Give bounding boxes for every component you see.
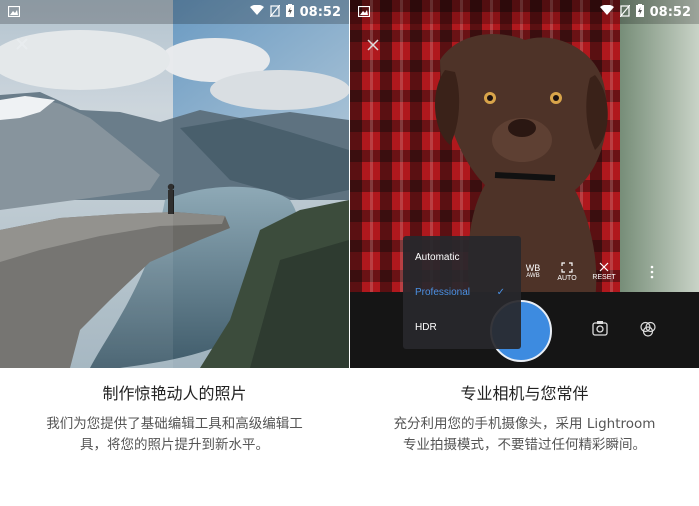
flash-settings-icon[interactable] bbox=[591, 319, 609, 341]
camera-mode-menu: Automatic Professional ✓ HDR bbox=[403, 236, 521, 349]
battery-charging-icon bbox=[635, 4, 644, 20]
status-bar: 08:52 bbox=[0, 0, 349, 24]
more-options-icon[interactable] bbox=[648, 265, 656, 281]
status-time: 08:52 bbox=[299, 4, 341, 20]
wb-label: WB bbox=[525, 263, 541, 273]
no-sim-icon bbox=[269, 4, 281, 20]
reset-icon bbox=[599, 262, 609, 272]
status-time: 08:52 bbox=[649, 4, 691, 20]
slide-description: 充分利用您的手机摄像头，采用 Lightroom 专业拍摄模式，不要错过任何精彩… bbox=[393, 416, 656, 453]
filter-icon[interactable] bbox=[639, 320, 657, 342]
slide-caption: 制作惊艳动人的照片 我们为您提供了基础编辑工具和高级编辑工具，将您的照片提升到新… bbox=[0, 368, 349, 506]
slide-title: 制作惊艳动人的照片 bbox=[102, 384, 247, 403]
no-sim-icon bbox=[619, 4, 631, 20]
focus-frame-icon bbox=[561, 262, 573, 273]
slide-caption: 专业相机与您常伴 充分利用您的手机摄像头，采用 Lightroom 专业拍摄模式… bbox=[350, 368, 699, 506]
menu-item-professional[interactable]: Professional ✓ bbox=[415, 283, 515, 303]
menu-item-hdr[interactable]: HDR bbox=[415, 318, 515, 338]
slide-description: 我们为您提供了基础编辑工具和高级编辑工具，将您的照片提升到新水平。 bbox=[46, 416, 303, 453]
wifi-icon bbox=[249, 4, 264, 19]
onboarding-slide-edit: 08:52 制作惊艳动人的照片 我们为您提供了基础编辑工具和高级编辑工具，将您的… bbox=[0, 0, 349, 506]
menu-item-automatic[interactable]: Automatic bbox=[415, 248, 515, 268]
close-icon[interactable] bbox=[14, 36, 30, 52]
close-icon[interactable] bbox=[366, 37, 380, 51]
status-bar: 08:52 bbox=[350, 0, 699, 24]
landscape-photo bbox=[0, 0, 349, 368]
reset-control[interactable]: RESET bbox=[590, 262, 618, 281]
slide-title: 专业相机与您常伴 bbox=[460, 384, 589, 403]
white-balance-control[interactable]: WB AWB bbox=[522, 263, 544, 279]
gallery-notification-icon bbox=[7, 5, 21, 20]
focus-label: AUTO bbox=[557, 275, 577, 282]
focus-control[interactable]: AUTO bbox=[554, 262, 580, 282]
wifi-icon bbox=[599, 4, 614, 19]
landscape-image bbox=[0, 0, 349, 368]
reset-label: RESET bbox=[592, 274, 616, 281]
battery-charging-icon bbox=[285, 4, 294, 20]
checkmark-icon: ✓ bbox=[496, 287, 505, 298]
gallery-notification-icon bbox=[357, 5, 371, 20]
wb-value: AWB bbox=[526, 273, 540, 279]
